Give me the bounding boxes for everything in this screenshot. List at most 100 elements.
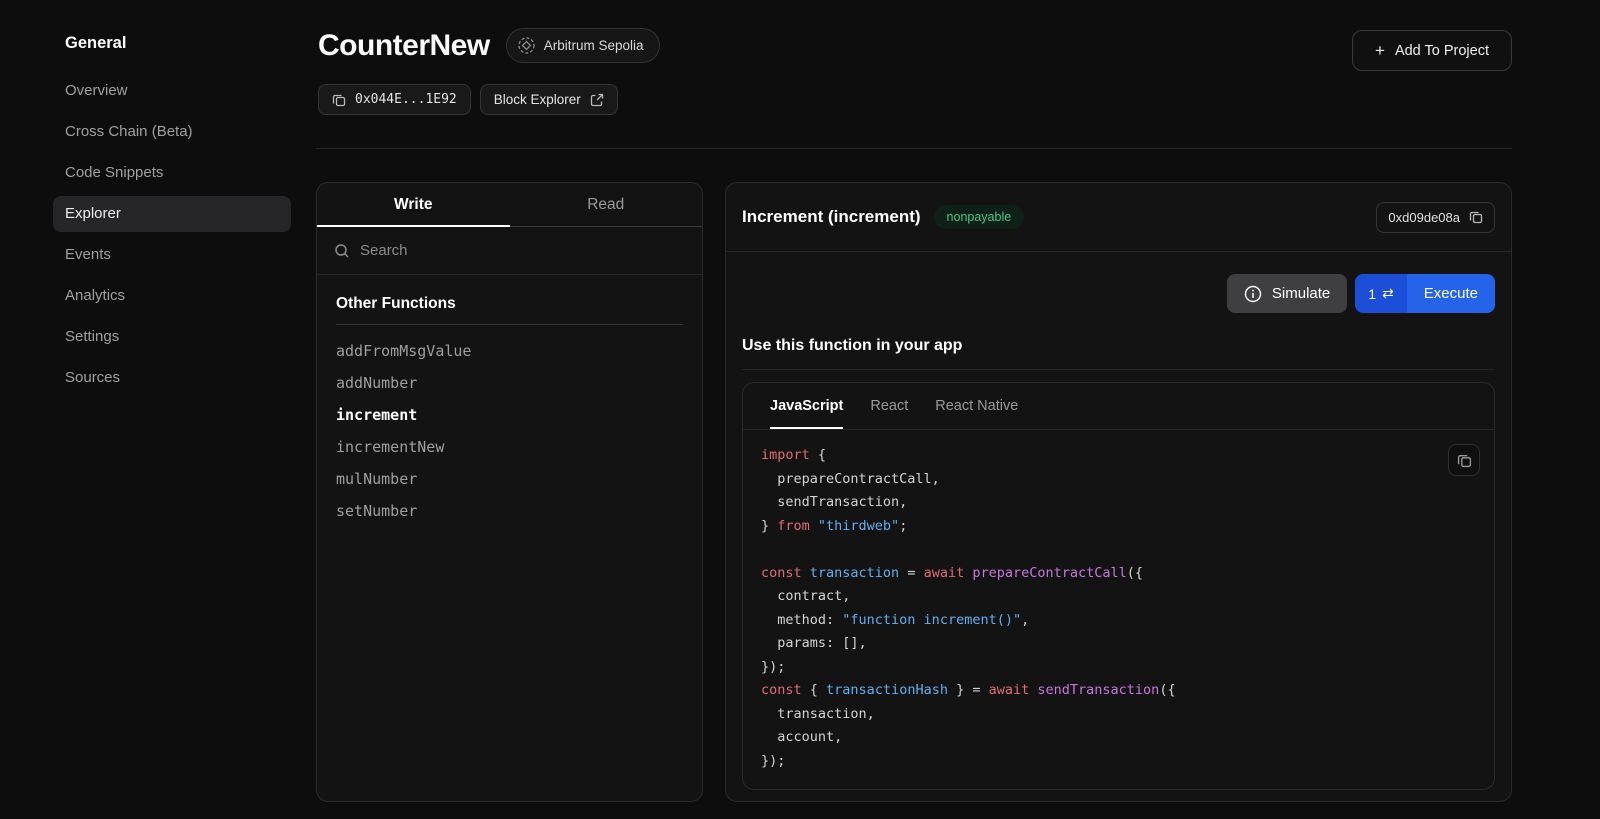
code-line [761,538,1476,562]
block-explorer-button[interactable]: Block Explorer [480,84,618,115]
code-language-tabs: JavaScript React React Native [743,383,1494,430]
code-block: import { prepareContractCall, sendTransa… [743,430,1494,789]
code-token: prepareContractCall [972,565,1126,581]
copy-icon [1469,210,1483,224]
search-icon [334,243,350,259]
code-line: sendTransaction, [761,491,1476,515]
function-item-setnumber[interactable]: setNumber [336,495,683,527]
code-token: ; [899,518,907,534]
function-search-input[interactable] [360,242,685,259]
sidebar-item-cross-chain-beta[interactable]: Cross Chain (Beta) [53,114,291,150]
sidebar-item-analytics[interactable]: Analytics [53,278,291,314]
function-item-mulnumber[interactable]: mulNumber [336,463,683,495]
contract-address-label: 0x044E...1E92 [355,92,457,107]
code-line: }); [761,750,1476,774]
tab-write[interactable]: Write [317,183,510,226]
sidebar-item-settings[interactable]: Settings [53,319,291,355]
contract-address-button[interactable]: 0x044E...1E92 [318,84,471,115]
code-token: import [761,447,818,463]
function-item-increment[interactable]: increment [336,399,683,431]
code-line: contract, [761,585,1476,609]
function-item-addfrommsgvalue[interactable]: addFromMsgValue [336,335,683,367]
swap-arrows-icon: ⇄ [1382,285,1394,302]
external-link-icon [590,93,604,107]
function-title: Increment (increment) [742,207,921,227]
page-title: CounterNew [318,29,490,63]
mutability-badge: nonpayable [934,205,1025,229]
execute-split-button: 1 ⇄ Execute [1355,274,1495,313]
network-badge[interactable]: Arbitrum Sepolia [506,28,661,63]
execute-button[interactable]: Execute [1407,274,1495,313]
function-item-addnumber[interactable]: addNumber [336,367,683,399]
code-token: account, [761,729,842,745]
code-token: } = [948,682,989,698]
function-selector-button[interactable]: 0xd09de08a [1376,202,1495,233]
code-token: const [761,565,810,581]
function-item-incrementnew[interactable]: incrementNew [336,431,683,463]
code-token: await [924,565,973,581]
code-tab-react-native[interactable]: React Native [935,383,1018,429]
code-line: const { transactionHash } = await sendTr… [761,679,1476,703]
sidebar-item-overview[interactable]: Overview [53,73,291,109]
sidebar-item-explorer[interactable]: Explorer [53,196,291,232]
sidebar-items: OverviewCross Chain (Beta)Code SnippetsE… [65,73,292,396]
copy-icon [1457,453,1472,468]
code-token: ({ [1159,682,1175,698]
sidebar-item-events[interactable]: Events [53,237,291,273]
network-icon [518,37,535,54]
code-line: import { [761,444,1476,468]
tab-read[interactable]: Read [510,183,703,226]
code-token: { [818,447,826,463]
plus-icon: + [1375,42,1385,59]
copy-code-button[interactable] [1448,444,1480,476]
function-selector-label: 0xd09de08a [1388,210,1460,225]
code-tab-react[interactable]: React [870,383,908,429]
simulate-label: Simulate [1272,285,1330,302]
code-token: sendTransaction, [761,494,907,510]
code-token: from [777,518,818,534]
code-token: const [761,682,810,698]
simulate-button[interactable]: Simulate [1227,274,1347,313]
code-token: } [761,518,777,534]
code-token: transactionHash [826,682,948,698]
code-line: account, [761,726,1476,750]
code-tab-javascript[interactable]: JavaScript [770,383,843,429]
code-line: }); [761,656,1476,680]
code-token: prepareContractCall, [761,471,940,487]
code-token: contract, [761,588,850,604]
add-to-project-label: Add To Project [1395,43,1489,59]
code-token: sendTransaction [1037,682,1159,698]
function-detail-header: Increment (increment) nonpayable 0xd09de… [726,183,1511,252]
contract-header: CounterNew Arbitrum Sepolia [318,28,660,63]
code-token: "function increment()" [842,612,1021,628]
code-line: prepareContractCall, [761,468,1476,492]
code-token: transaction [810,565,899,581]
code-card: JavaScript React React Native import { pre… [742,382,1495,790]
code-token: }); [761,753,785,769]
function-list: Other Functions addFromMsgValueaddNumber… [317,275,702,547]
sidebar-item-sources[interactable]: Sources [53,360,291,396]
code-token: , [1021,612,1029,628]
sidebar: General OverviewCross Chain (Beta)Code S… [0,0,316,401]
code-line: method: "function increment()", [761,609,1476,633]
code-token: transaction, [761,706,875,722]
header-divider [316,148,1512,149]
function-section-title: Other Functions [336,295,683,325]
sidebar-heading: General [65,34,292,53]
function-actions-row: Simulate 1 ⇄ Execute [726,252,1511,313]
function-items: addFromMsgValueaddNumberincrementincreme… [336,335,683,527]
code-token: method: [761,612,842,628]
info-icon [1244,285,1262,303]
write-read-tabs: WriteRead [317,183,702,227]
add-to-project-button[interactable]: + Add To Project [1352,30,1512,71]
code-token: }); [761,659,785,675]
functions-panel: WriteRead Other Functions addFromMsgValu… [316,182,703,802]
execute-count-value: 1 [1368,286,1376,302]
code-token: ({ [1127,565,1143,581]
execute-label: Execute [1424,285,1478,302]
code-token: await [989,682,1038,698]
code-line: transaction, [761,703,1476,727]
sidebar-item-code-snippets[interactable]: Code Snippets [53,155,291,191]
code-line: const transaction = await prepareContrac… [761,562,1476,586]
execute-count-button[interactable]: 1 ⇄ [1355,274,1407,313]
